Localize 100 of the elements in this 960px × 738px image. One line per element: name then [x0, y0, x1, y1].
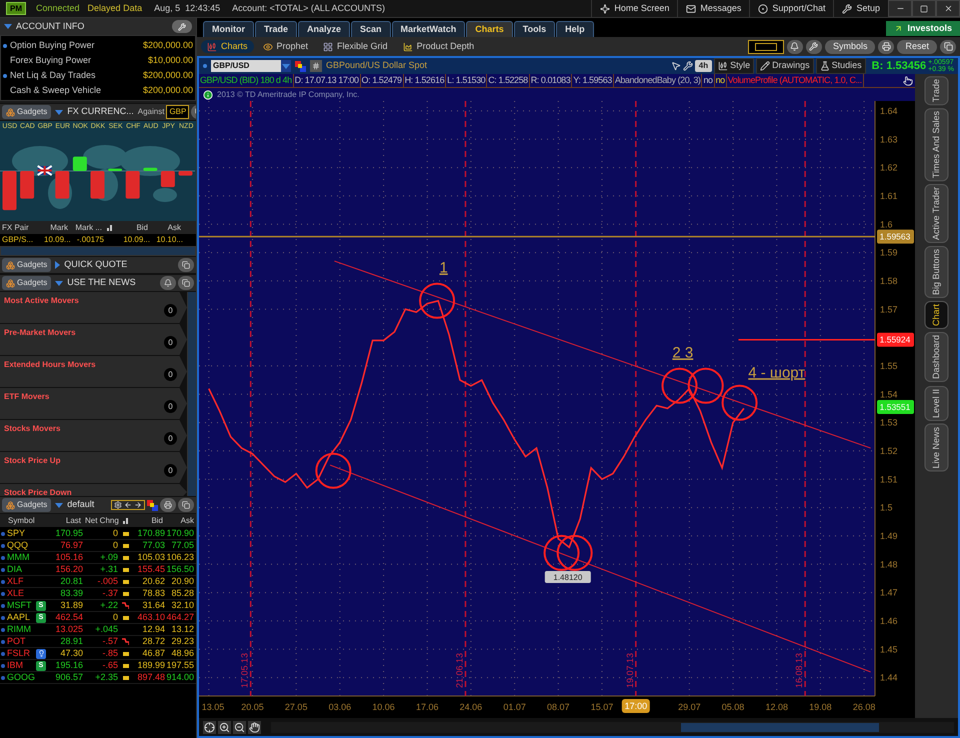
news-category[interactable]: Stock Price Up 0: [0, 452, 187, 483]
circle-mark: [722, 384, 758, 421]
alert-button[interactable]: [786, 40, 803, 54]
collapse-toggle[interactable]: [55, 280, 64, 286]
print-button[interactable]: [160, 498, 176, 512]
chart-tool-button[interactable]: Style: [714, 58, 754, 74]
news-category[interactable]: Pre-Market Movers 0: [0, 324, 187, 355]
settings-button[interactable]: [172, 20, 192, 33]
news-category[interactable]: Most Active Movers 0: [0, 292, 187, 323]
arrow-right-icon[interactable]: [134, 501, 142, 509]
column-header[interactable]: Ask: [165, 514, 196, 526]
lightbulb-badge: [36, 648, 46, 658]
close-button[interactable]: [936, 0, 960, 17]
investools-button[interactable]: Investools: [886, 21, 960, 36]
wrench-icon[interactable]: [682, 61, 693, 71]
side-tab[interactable]: Times And Sales: [924, 108, 948, 182]
side-tab[interactable]: Trade: [924, 76, 948, 106]
column-header[interactable]: Symbol: [0, 514, 48, 526]
main-tab[interactable]: Tools: [514, 21, 556, 37]
top-link[interactable]: Home Screen: [591, 0, 678, 17]
symbol-cell-text: XLF: [7, 576, 25, 587]
gear-icon[interactable]: [114, 501, 122, 509]
table-cell-text: 170.89: [136, 528, 165, 539]
main-tab[interactable]: Scan: [351, 21, 391, 37]
column-header[interactable]: Ask: [150, 222, 183, 234]
side-tab[interactable]: Level II: [924, 386, 948, 421]
gadgets-button[interactable]: Gadgets: [2, 258, 52, 272]
table-cell-text: 28.91: [59, 636, 83, 647]
color-picker[interactable]: [748, 40, 784, 54]
main-tab[interactable]: Charts: [466, 21, 513, 37]
pan-button[interactable]: [248, 720, 261, 734]
table-cell-text: -.57: [101, 636, 118, 647]
column-header[interactable]: Net Chng: [83, 514, 118, 526]
restore-button[interactable]: [912, 0, 936, 17]
hash-button[interactable]: [310, 60, 322, 72]
pointer-icon[interactable]: [670, 61, 681, 71]
date-marker-label: 19.07.13: [624, 652, 635, 688]
column-header[interactable]: Mark: [44, 222, 70, 234]
column-header[interactable]: FX Pair: [0, 222, 44, 234]
sub-tab[interactable]: Flexible Grid: [317, 40, 394, 54]
popout-button[interactable]: [178, 498, 194, 512]
scrollbar[interactable]: [271, 722, 954, 732]
top-link[interactable]: Messages: [677, 0, 750, 17]
news-category[interactable]: Extended Hours Movers 0: [0, 356, 187, 387]
column-header[interactable]: Bid: [133, 514, 165, 526]
side-tab[interactable]: Big Buttons: [924, 246, 948, 298]
aggregation-button[interactable]: 4h: [694, 60, 712, 72]
chart-tool-button[interactable]: Drawings: [756, 58, 814, 74]
news-category[interactable]: ETF Movers 0: [0, 388, 187, 419]
sub-tab[interactable]: Charts: [201, 40, 254, 54]
sub-tab[interactable]: Product Depth: [396, 40, 480, 54]
symbol-field[interactable]: GBP/USD: [211, 60, 291, 72]
toolbar-button[interactable]: Reset: [897, 40, 937, 54]
main-tab[interactable]: Trade: [255, 21, 298, 37]
side-tab[interactable]: Chart: [924, 301, 948, 330]
toolbar-button[interactable]: Symbols: [824, 40, 876, 54]
gadgets-button[interactable]: Gadgets: [2, 276, 52, 290]
main-tab[interactable]: MarketWatch: [392, 21, 466, 37]
news-category[interactable]: Stock Price Down: [0, 484, 187, 496]
print-button[interactable]: [878, 40, 894, 54]
alert-button[interactable]: [160, 276, 176, 290]
account-selector[interactable]: Account: <TOTAL> (ALL ACCOUNTS): [228, 2, 390, 16]
side-tab[interactable]: Live News: [924, 424, 948, 472]
bell-icon: [164, 279, 172, 287]
collapse-toggle[interactable]: [55, 502, 64, 508]
chart-tool-button[interactable]: Studies: [816, 58, 866, 74]
main-tab[interactable]: Analyze: [298, 21, 350, 37]
column-header[interactable]: Last: [48, 514, 83, 526]
arrow-left-icon[interactable]: [124, 501, 132, 509]
side-tab[interactable]: Dashboard: [924, 332, 948, 382]
side-tab[interactable]: Active Trader: [924, 184, 948, 244]
news-category[interactable]: Stocks Movers 0: [0, 420, 187, 451]
popout-button[interactable]: [178, 258, 194, 272]
gadget-title: USE THE NEWS: [67, 276, 136, 290]
collapse-toggle[interactable]: [55, 261, 60, 269]
settings-button[interactable]: [806, 40, 822, 54]
count-badge: 0: [164, 368, 177, 381]
column-header[interactable]: Bid: [116, 222, 150, 234]
zoom-in-button[interactable]: [218, 720, 231, 734]
column-header[interactable]: Mark ...: [70, 222, 104, 234]
gadgets-button[interactable]: Gadgets: [2, 498, 52, 512]
popout-button[interactable]: [940, 40, 956, 54]
circle-mark: [556, 534, 593, 571]
collapse-toggle[interactable]: [55, 110, 64, 114]
scrollbar[interactable]: [187, 292, 196, 496]
main-tab[interactable]: Monitor: [203, 21, 254, 37]
scrollbar[interactable]: [0, 246, 196, 256]
axis-label: 27.05: [284, 702, 308, 712]
crosshair-button[interactable]: [203, 720, 216, 734]
axis-label: 1.45: [880, 644, 898, 654]
sub-tab[interactable]: Prophet: [256, 40, 314, 54]
hand-pointer-icon[interactable]: [903, 76, 913, 86]
main-tab[interactable]: Help: [556, 21, 594, 37]
chart-info-field: C: 1.52258: [487, 74, 530, 88]
currency-select[interactable]: GBP: [166, 105, 190, 119]
zoom-out-button[interactable]: [233, 720, 246, 734]
popout-button[interactable]: [178, 276, 194, 290]
copy-icon: [182, 279, 190, 287]
top-link[interactable]: Support/Chat: [749, 0, 834, 17]
gadgets-button[interactable]: Gadgets: [2, 105, 52, 119]
